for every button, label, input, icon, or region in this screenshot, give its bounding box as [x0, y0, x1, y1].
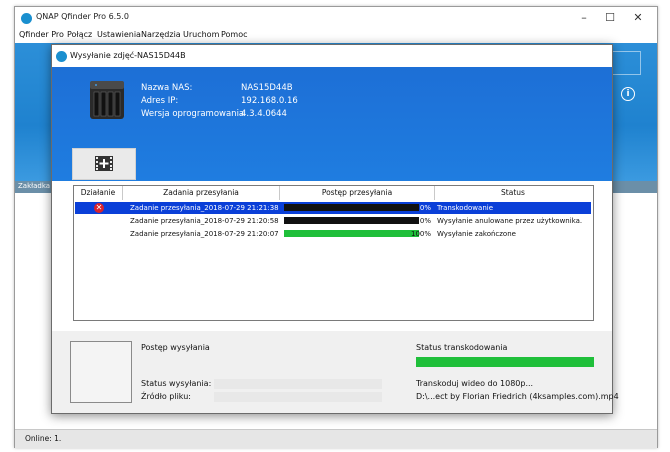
- upload-progress-fill: [284, 230, 419, 237]
- error-x-icon[interactable]: ✕: [94, 203, 104, 213]
- add-video-button[interactable]: [72, 148, 136, 180]
- dialog-title: Wysyłanie zdjęć-NAS15D44B: [70, 51, 186, 60]
- upload-task-table: Działanie Zadania przesyłania Postęp prz…: [73, 185, 594, 321]
- transcode-progress-bar: [416, 357, 594, 367]
- task-name: Zadanie przesyłania_2018-07-29 21:20:07: [130, 230, 279, 238]
- video-thumbnail: [70, 341, 132, 403]
- upload-progress-bar: [284, 217, 419, 224]
- nas-name-label: Nazwa NAS:: [141, 83, 193, 93]
- info-icon[interactable]: i: [621, 87, 635, 101]
- col-header-tasks[interactable]: Zadania przesyłania: [123, 186, 280, 200]
- task-status: Transkodowanie: [437, 204, 494, 212]
- minimize-icon[interactable]: –: [571, 8, 597, 28]
- task-name: Zadanie przesyłania_2018-07-29 21:21:38: [130, 204, 279, 212]
- transcode-text: Transkoduj wideo do 1080p...: [416, 379, 534, 388]
- file-source-label: Źródło pliku:: [141, 392, 191, 401]
- watermark-logo: [609, 51, 641, 75]
- upload-status-field: [214, 379, 382, 389]
- task-status: Wysyłanie zakończone: [437, 230, 516, 238]
- file-source-field: [214, 392, 382, 402]
- menu-qfinder-pro[interactable]: Qfinder Pro: [19, 30, 64, 39]
- upload-progress-bar: [284, 230, 419, 237]
- nas-device-icon: [90, 81, 124, 119]
- dialog-bottom-panel: Postęp wysyłania Status wysyłania: Źródł…: [52, 331, 619, 413]
- table-row[interactable]: Zadanie przesyłania_2018-07-29 21:20:07 1…: [75, 228, 591, 240]
- upload-progress-bar: [284, 204, 419, 211]
- transcode-progress-fill: [416, 357, 594, 367]
- task-status: Wysyłanie anulowane przez użytkownika.: [437, 217, 583, 225]
- table-row[interactable]: ✕ Zadanie przesyłania_2018-07-29 21:21:38…: [75, 202, 591, 214]
- col-header-progress[interactable]: Postęp przesyłania: [280, 186, 435, 200]
- progress-percent: 0%: [419, 217, 431, 225]
- app-title: QNAP Qfinder Pro 6.5.0: [36, 12, 129, 21]
- upload-status-label: Status wysyłania:: [141, 379, 212, 388]
- film-add-icon: [95, 156, 113, 171]
- nas-ip-value: 192.168.0.16: [241, 96, 298, 106]
- online-status: Online: 1.: [25, 434, 62, 443]
- main-status-bar: Online: 1.: [15, 429, 657, 448]
- file-path: D:\...ect by Florian Friedrich (4ksample…: [416, 392, 619, 401]
- col-header-status[interactable]: Status: [435, 186, 591, 200]
- main-titlebar: QNAP Qfinder Pro 6.5.0 – ☐ ✕: [15, 7, 657, 29]
- dialog-titlebar: Wysyłanie zdjęć-NAS15D44B: [52, 45, 612, 67]
- maximize-icon[interactable]: ☐: [597, 8, 623, 28]
- nas-name-value: NAS15D44B: [241, 83, 293, 93]
- nas-info-header: Nazwa NAS: NAS15D44B Adres IP: 192.168.0…: [52, 67, 612, 181]
- nas-ip-label: Adres IP:: [141, 96, 179, 106]
- table-row[interactable]: Zadanie przesyłania_2018-07-29 21:20:58 0…: [75, 215, 591, 227]
- qnap-dialog-icon: [56, 51, 67, 62]
- progress-percent: 0%: [419, 204, 431, 212]
- transcode-status-title: Status transkodowania: [416, 343, 508, 352]
- close-icon[interactable]: ✕: [625, 8, 651, 28]
- task-name: Zadanie przesyłania_2018-07-29 21:20:58: [130, 217, 279, 225]
- qnap-app-icon: [21, 13, 32, 24]
- menu-pomoc[interactable]: Pomoc: [221, 30, 248, 39]
- tab-zakladka[interactable]: Zakładka: [18, 182, 50, 190]
- nas-version-value: 4.3.4.0644: [241, 109, 287, 119]
- menu-uruchom[interactable]: Uruchom: [183, 30, 219, 39]
- upload-progress-title: Postęp wysyłania: [141, 343, 210, 352]
- menu-ustawienia[interactable]: Ustawienia: [97, 30, 141, 39]
- menubar: Qfinder Pro Połącz Ustawienia Narzędzia …: [15, 29, 657, 43]
- upload-dialog: Wysyłanie zdjęć-NAS15D44B Nazwa NAS: NAS…: [51, 44, 619, 414]
- nas-version-label: Wersja oprogramowania: [141, 109, 245, 119]
- col-header-action[interactable]: Działanie: [74, 186, 123, 200]
- menu-narzedzia[interactable]: Narzędzia: [141, 30, 181, 39]
- progress-percent: 100%: [410, 230, 431, 238]
- menu-polacz[interactable]: Połącz: [67, 30, 92, 39]
